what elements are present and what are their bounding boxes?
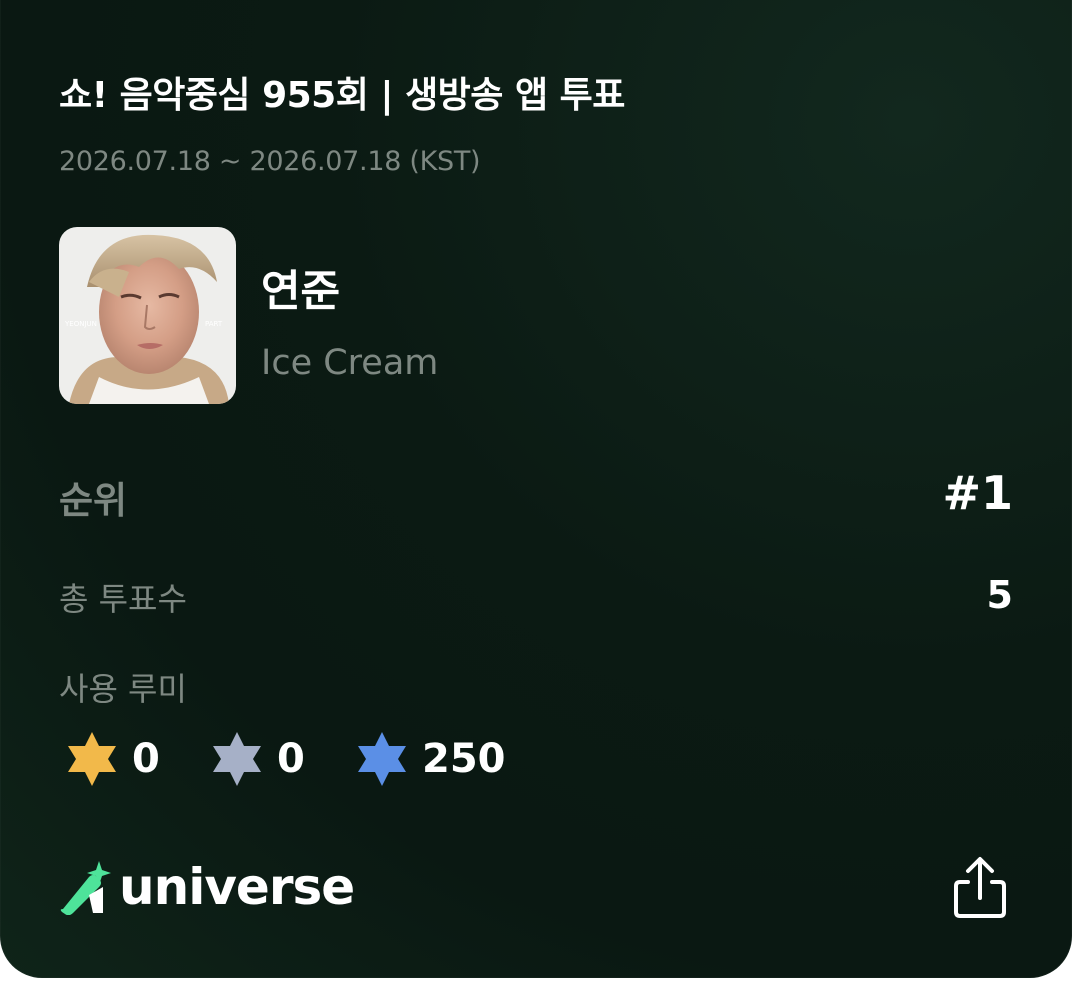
rumi-silver: 0: [209, 729, 305, 789]
date-range: 2026.07.18 ~ 2026.07.18 (KST): [59, 146, 481, 177]
share-button[interactable]: [950, 856, 1010, 922]
svg-text:PART: PART: [205, 320, 223, 328]
rumi-used-label: 사용 루미: [59, 670, 187, 708]
rank-value: #1: [942, 466, 1013, 520]
gold-star-icon: [68, 732, 116, 786]
svg-text:YEONJUN: YEONJUN: [64, 320, 97, 328]
album-cover-image: YEONJUN PART: [59, 227, 236, 404]
universe-logo-mark-icon: [60, 861, 111, 915]
song-title: Ice Cream: [261, 343, 439, 383]
brand-name: universe: [119, 858, 355, 916]
blue-star-icon: [358, 732, 406, 786]
total-votes-value: 5: [986, 573, 1013, 617]
rumi-gold-amount: 0: [132, 736, 160, 782]
universe-logo: universe: [59, 858, 355, 916]
artist-name: 연준: [261, 267, 341, 317]
page-title: 쇼! 음악중심 955회 | 생방송 앱 투표: [59, 75, 625, 116]
rumi-gold: 0: [64, 729, 160, 789]
share-icon: [954, 857, 1006, 918]
silver-star-icon: [213, 732, 261, 786]
album-cover: YEONJUN PART: [59, 227, 236, 404]
rumi-blue: 250: [354, 729, 506, 789]
rank-label: 순위: [59, 479, 128, 522]
total-votes-label: 총 투표수: [59, 580, 187, 618]
rumi-silver-amount: 0: [277, 736, 305, 782]
rumi-blue-amount: 250: [422, 736, 506, 782]
